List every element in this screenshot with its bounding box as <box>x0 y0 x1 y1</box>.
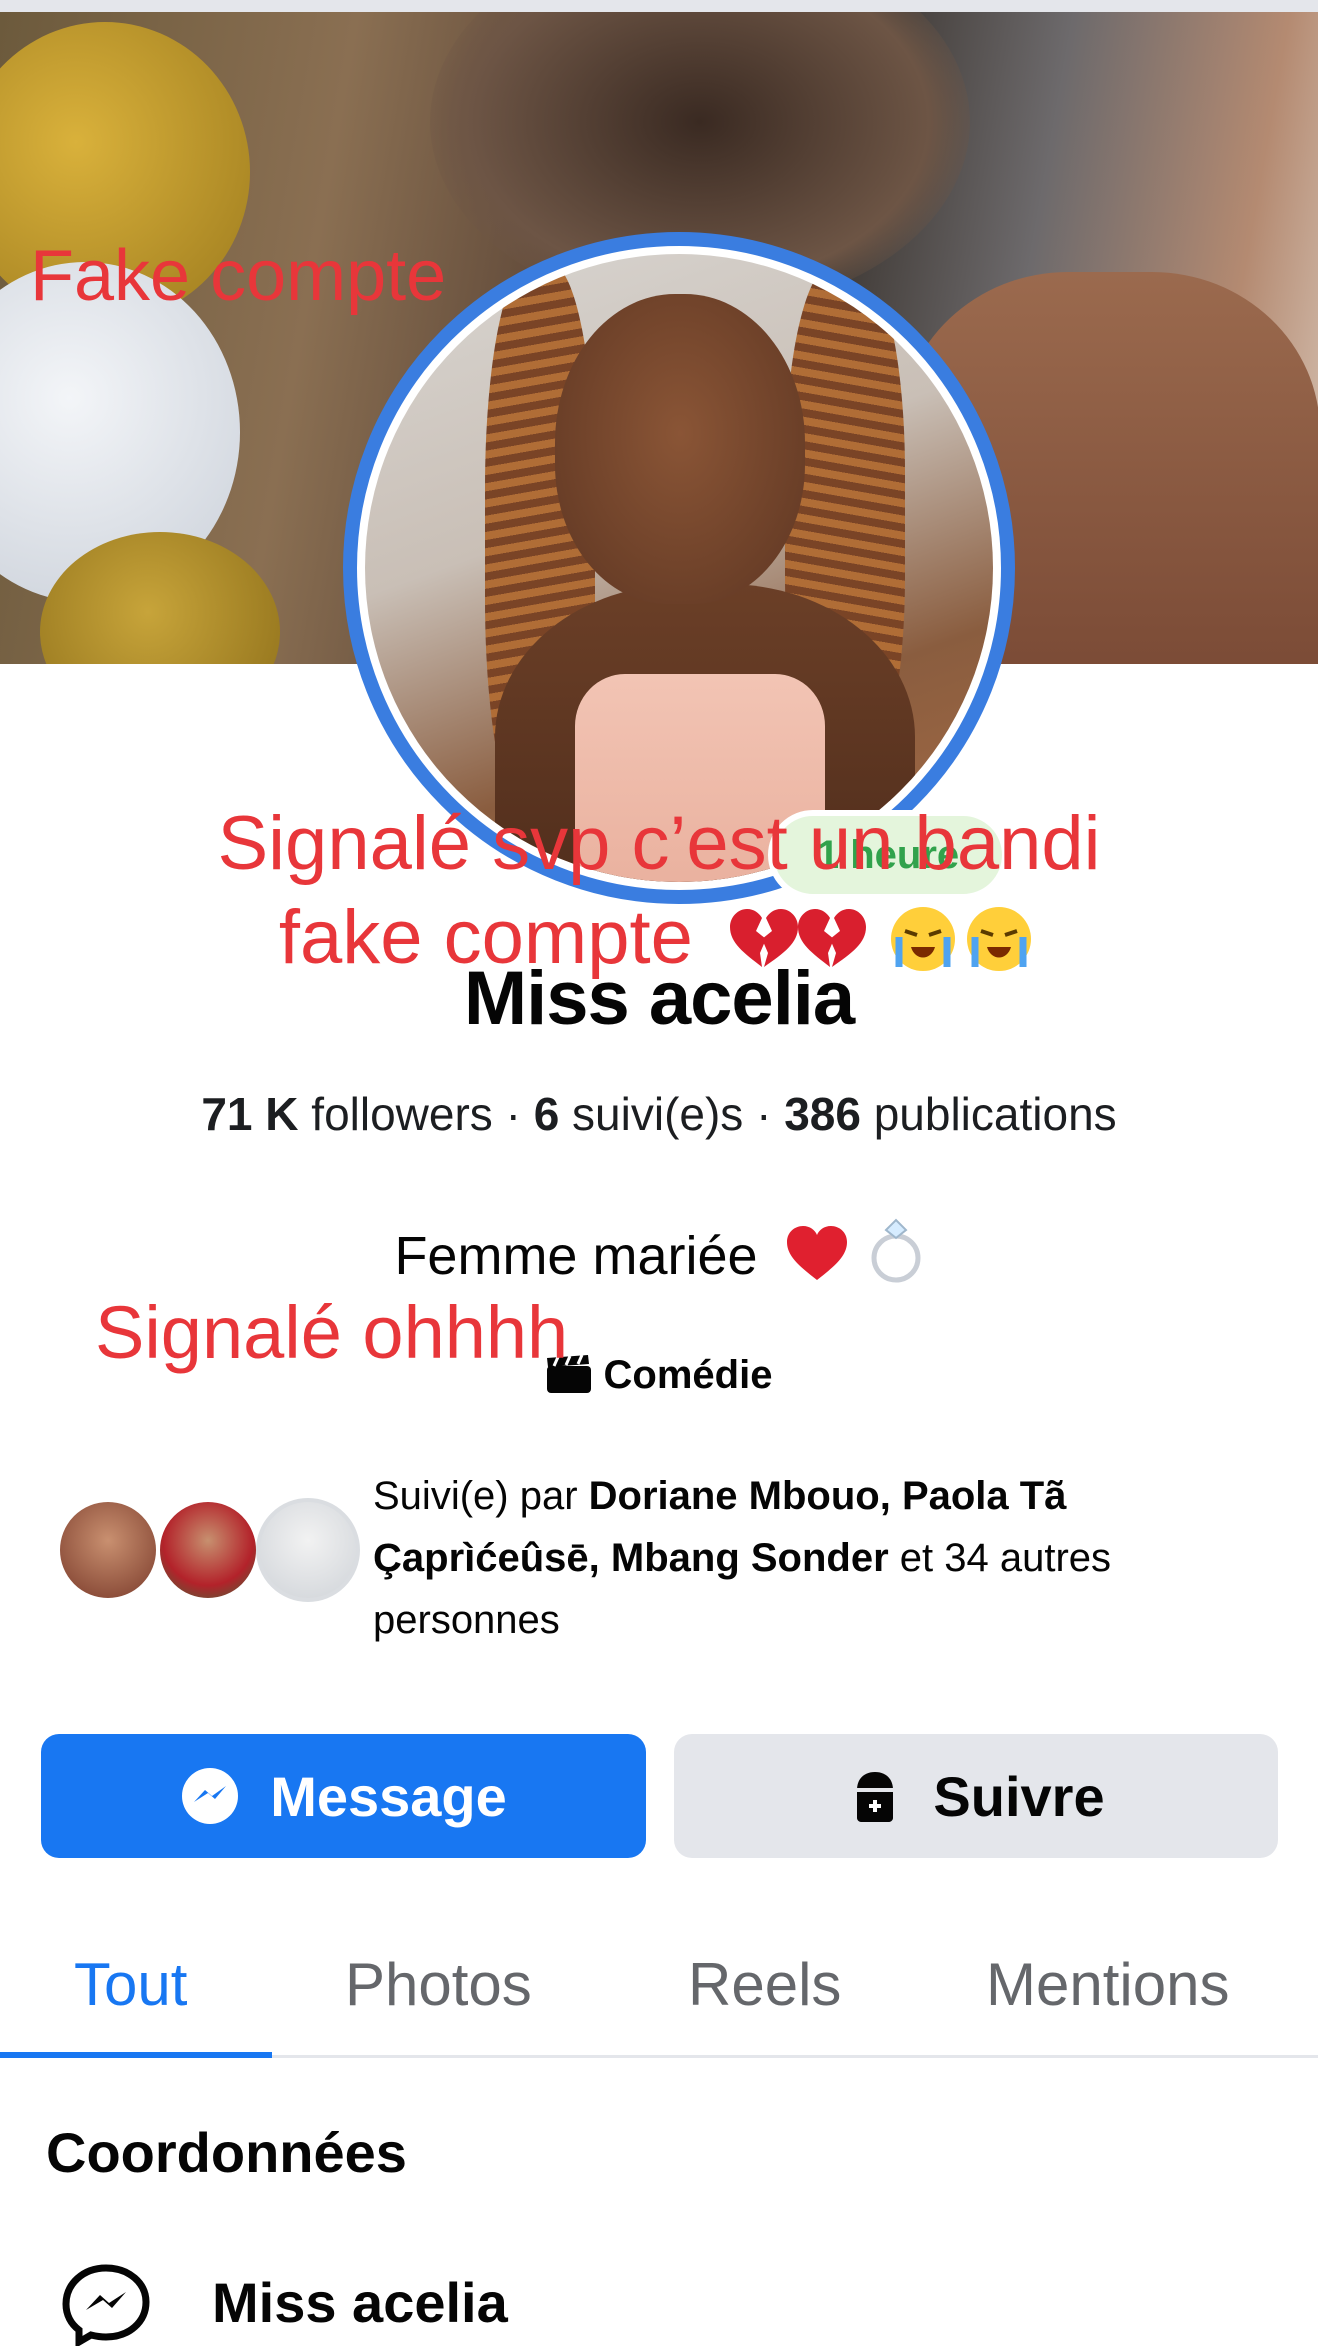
overlay-report-line1: Signalé svp c’est un bandi <box>217 801 1101 886</box>
followed-by-prefix: Suivi(e) par <box>373 1474 589 1518</box>
avatar-face <box>555 294 805 604</box>
overlay-report-line2: fake compte <box>278 895 693 980</box>
bio-text: Femme mariée <box>394 1226 758 1286</box>
message-button[interactable]: Message <box>41 1734 646 1858</box>
follow-button[interactable]: Suivre <box>674 1734 1278 1858</box>
posts-label: publications <box>860 1088 1117 1140</box>
tab-mentions[interactable]: Mentions <box>986 1930 1229 2058</box>
category-label: Comédie <box>603 1353 773 1397</box>
contact-section-title: Coordonnées <box>46 2121 407 2184</box>
profile-stats: 71 K followers · 6 suivi(e)s · 386 publi… <box>0 1087 1318 1141</box>
tab-all[interactable]: Tout <box>74 1930 187 2058</box>
top-divider <box>0 0 1318 12</box>
mutual-avatar[interactable] <box>56 1498 160 1602</box>
broken-heart-icon <box>730 909 866 967</box>
mutual-avatar[interactable] <box>256 1498 360 1602</box>
overlay-report-message: Signalé svp c’est un bandi fake compte <box>0 797 1318 985</box>
mutual-friends-avatars[interactable] <box>56 1498 360 1608</box>
profile-bio: Femme mariée <box>0 1218 1318 1287</box>
messenger-outline-icon <box>62 2264 150 2346</box>
tab-photos[interactable]: Photos <box>345 1930 532 2058</box>
followed-by-text[interactable]: Suivi(e) par Doriane Mbouo, Paola Tã Çap… <box>373 1465 1273 1651</box>
active-tab-indicator <box>0 2052 272 2058</box>
red-heart-icon <box>786 1226 847 1280</box>
contact-messenger-row[interactable]: Miss acelia <box>60 2262 1260 2346</box>
profile-picture[interactable] <box>365 254 993 882</box>
overlay-report-short: Signalé ohhhh <box>95 1291 569 1374</box>
posts-count: 386 <box>784 1088 861 1140</box>
messenger-icon <box>180 1766 240 1826</box>
followers-label: followers · <box>298 1088 534 1140</box>
crying-face-icon <box>891 907 1032 971</box>
following-label: suivi(e)s · <box>559 1088 785 1140</box>
profile-tabs: Tout Photos Reels Mentions <box>0 1930 1318 2058</box>
overlay-fake-label: Fake compte <box>30 236 447 316</box>
followers-count[interactable]: 71 K <box>201 1088 298 1140</box>
mutual-avatar[interactable] <box>156 1498 260 1602</box>
ring-icon <box>871 1218 921 1283</box>
message-button-label: Message <box>270 1764 507 1828</box>
tab-reels[interactable]: Reels <box>688 1930 841 2058</box>
follow-icon <box>847 1768 903 1824</box>
overlay-report-line2-wrap: fake compte <box>0 891 1318 985</box>
follow-button-label: Suivre <box>933 1764 1105 1828</box>
contact-messenger-name: Miss acelia <box>212 2271 508 2334</box>
following-count[interactable]: 6 <box>534 1088 560 1140</box>
